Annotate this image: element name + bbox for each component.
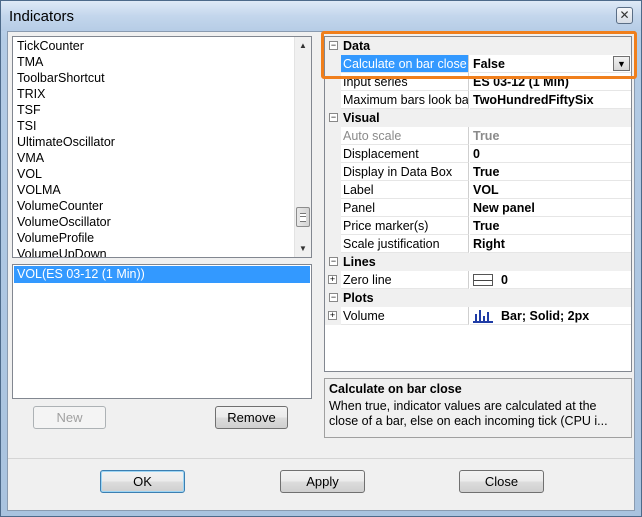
property-name: Calculate on bar close — [341, 55, 469, 73]
apply-button[interactable]: Apply — [280, 470, 365, 493]
property-value: TwoHundredFiftySix — [470, 91, 631, 109]
property-zero-line[interactable]: + Zero line 0 — [325, 271, 631, 289]
property-auto-scale[interactable]: Auto scale True — [325, 127, 631, 145]
property-value: VOL — [470, 181, 631, 199]
property-value: True — [470, 163, 631, 181]
property-name: Scale justification — [341, 235, 469, 253]
property-name: Input series — [341, 73, 469, 91]
dropdown-arrow-icon[interactable]: ▼ — [613, 56, 630, 71]
property-value: True — [470, 127, 631, 145]
property-scale-justification[interactable]: Scale justification Right — [325, 235, 631, 253]
collapse-icon[interactable]: − — [329, 257, 338, 266]
scroll-down-icon[interactable]: ▼ — [295, 240, 311, 257]
list-item[interactable]: ToolbarShortcut — [13, 70, 294, 86]
list-item[interactable]: VolumeOscillator — [13, 214, 294, 230]
property-name: Panel — [341, 199, 469, 217]
property-value-container: 0 — [470, 271, 631, 289]
property-panel[interactable]: Panel New panel — [325, 199, 631, 217]
indicators-dialog: Indicators ✕ TickCounter TMA ToolbarShor… — [0, 0, 642, 517]
list-item[interactable]: UltimateOscillator — [13, 134, 294, 150]
list-item[interactable]: VolumeUpDown — [13, 246, 294, 257]
category-label: Visual — [343, 111, 380, 125]
property-displacement[interactable]: Displacement 0 — [325, 145, 631, 163]
category-visual[interactable]: − Visual — [325, 109, 631, 127]
new-button[interactable]: New — [33, 406, 106, 429]
category-label: Plots — [343, 291, 374, 305]
property-name: Auto scale — [341, 127, 469, 145]
property-display-in-data-box[interactable]: Display in Data Box True — [325, 163, 631, 181]
divider — [8, 458, 634, 459]
property-value: 0 — [470, 145, 631, 163]
property-value: ES 03-12 (1 Min) — [470, 73, 631, 91]
category-label: Data — [343, 39, 371, 53]
category-lines[interactable]: − Lines — [325, 253, 631, 271]
scroll-thumb[interactable] — [296, 207, 310, 227]
list-item[interactable]: TickCounter — [13, 38, 294, 54]
property-value-container: Bar; Solid; 2px — [470, 307, 631, 325]
scroll-up-icon[interactable]: ▲ — [295, 37, 311, 54]
property-name: Maximum bars look back — [341, 91, 469, 109]
list-item[interactable]: TMA — [13, 54, 294, 70]
collapse-icon[interactable]: − — [329, 293, 338, 302]
property-value: New panel — [470, 199, 631, 217]
description-text: When true, indicator values are calculat… — [329, 399, 608, 428]
category-plots[interactable]: − Plots — [325, 289, 631, 307]
applied-indicator-item[interactable]: VOL(ES 03-12 (1 Min)) — [14, 266, 310, 283]
applied-indicators-list[interactable]: VOL(ES 03-12 (1 Min)) — [12, 264, 312, 399]
list-item[interactable]: TSI — [13, 118, 294, 134]
list-item[interactable]: VOLMA — [13, 182, 294, 198]
bar-plot-icon — [473, 310, 493, 323]
property-value: True — [470, 217, 631, 235]
property-name: Volume — [341, 307, 469, 325]
indicator-list-scrollbar[interactable]: ▲ ▼ — [294, 37, 311, 257]
category-label: Lines — [343, 255, 376, 269]
expand-icon[interactable]: + — [328, 275, 337, 284]
property-maximum-bars-look-back[interactable]: Maximum bars look back TwoHundredFiftySi… — [325, 91, 631, 109]
list-item[interactable]: TRIX — [13, 86, 294, 102]
list-item[interactable]: VOL — [13, 166, 294, 182]
property-value: Bar; Solid; 2px — [501, 309, 590, 323]
property-name: Price marker(s) — [341, 217, 469, 235]
property-value-dropdown[interactable]: False ▼ — [470, 55, 631, 73]
property-volume-plot[interactable]: + Volume Bar; Solid; 2px — [325, 307, 631, 325]
property-calculate-on-bar-close[interactable]: Calculate on bar close False ▼ — [325, 55, 631, 73]
window-title: Indicators — [9, 8, 75, 25]
dialog-body: TickCounter TMA ToolbarShortcut TRIX TSF… — [7, 31, 635, 511]
list-item[interactable]: VolumeCounter — [13, 198, 294, 214]
property-input-series[interactable]: Input series ES 03-12 (1 Min) — [325, 73, 631, 91]
expand-icon[interactable]: + — [328, 311, 337, 320]
property-description: Calculate on bar close When true, indica… — [324, 378, 632, 438]
list-item[interactable]: TSF — [13, 102, 294, 118]
property-name: Display in Data Box — [341, 163, 469, 181]
property-label[interactable]: Label VOL — [325, 181, 631, 199]
property-price-markers[interactable]: Price marker(s) True — [325, 217, 631, 235]
description-title: Calculate on bar close — [329, 382, 462, 396]
category-data[interactable]: − Data — [325, 37, 631, 55]
line-style-icon — [473, 274, 493, 286]
property-grid: − Data Calculate on bar close False ▼ In… — [324, 36, 632, 372]
close-button[interactable]: Close — [459, 470, 544, 493]
indicator-list-items: TickCounter TMA ToolbarShortcut TRIX TSF… — [13, 37, 294, 257]
property-name: Zero line — [341, 271, 469, 289]
collapse-icon[interactable]: − — [329, 113, 338, 122]
property-name: Label — [341, 181, 469, 199]
indicator-list[interactable]: TickCounter TMA ToolbarShortcut TRIX TSF… — [12, 36, 312, 258]
property-name: Displacement — [341, 145, 469, 163]
close-icon[interactable]: ✕ — [616, 7, 633, 24]
ok-button[interactable]: OK — [100, 470, 185, 493]
list-item[interactable]: VolumeProfile — [13, 230, 294, 246]
remove-button[interactable]: Remove — [215, 406, 288, 429]
title-bar: Indicators ✕ — [1, 1, 641, 31]
property-value: False — [473, 57, 505, 71]
property-value: Right — [470, 235, 631, 253]
property-value: 0 — [501, 273, 508, 287]
list-item[interactable]: VMA — [13, 150, 294, 166]
collapse-icon[interactable]: − — [329, 41, 338, 50]
